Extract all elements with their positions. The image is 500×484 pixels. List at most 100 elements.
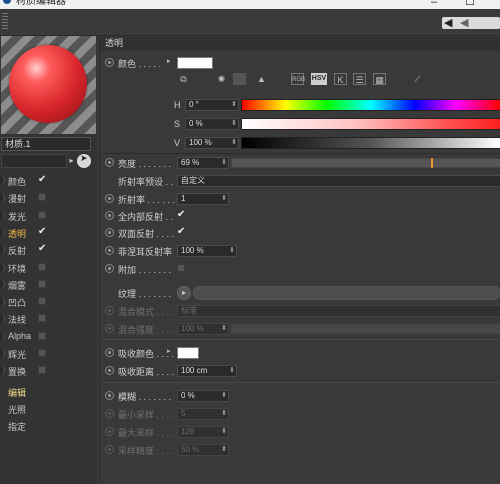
color-swatch[interactable] [177, 57, 213, 69]
ior-preset-dropdown[interactable]: 自定义 [177, 175, 500, 187]
channel-item[interactable]: 反射 ✔ [0, 242, 97, 258]
spectrum-icon[interactable] [233, 73, 246, 85]
panel-link[interactable]: 编辑 [0, 384, 97, 400]
additive-checkbox[interactable] [177, 264, 185, 272]
channel-checkbox[interactable] [38, 210, 46, 219]
double-sided-checkbox[interactable]: ✔ [177, 227, 185, 237]
channel-checkbox[interactable]: ✔ [38, 244, 46, 254]
panel-link[interactable]: 光照 [0, 401, 97, 417]
channel-checkbox[interactable] [38, 331, 46, 340]
channel-label[interactable]: 烟雾 [8, 279, 26, 292]
maximize-button[interactable]: ☐ [465, 0, 475, 8]
channel-item[interactable]: 漫射 [0, 190, 97, 206]
animate-radio[interactable] [105, 158, 114, 167]
channel-label[interactable]: 辉光 [8, 348, 26, 361]
dropdown-arrow-icon[interactable]: ▸ [67, 154, 76, 168]
panel-link-label[interactable]: 编辑 [8, 386, 26, 399]
hsv-mode-icon[interactable]: HSV [311, 73, 327, 85]
channel-label[interactable]: 法线 [8, 313, 26, 326]
animate-radio[interactable] [105, 246, 114, 255]
panel-link[interactable]: 指定 [0, 418, 97, 434]
expand-arrow-icon[interactable]: ▸ [167, 57, 171, 65]
fresnel-field[interactable]: 100 % ⬍ [177, 245, 237, 257]
value-gradient-slider[interactable] [241, 137, 500, 149]
channel-checkbox[interactable] [38, 297, 46, 306]
additive-row: 附加 . . . . . . . [100, 262, 500, 276]
material-preview[interactable] [1, 36, 96, 134]
channel-checkbox[interactable] [38, 314, 46, 323]
texture-slot[interactable] [193, 286, 500, 300]
panel-link-label[interactable]: 光照 [8, 403, 26, 416]
ior-field[interactable]: 1 ⬍ [177, 193, 229, 205]
eyedropper-icon[interactable]: ⟋ [411, 73, 424, 85]
channel-tab-notch [0, 262, 5, 272]
animate-radio[interactable] [105, 366, 114, 375]
channel-label[interactable]: 反射 [8, 244, 26, 257]
color-picker-icon[interactable]: ⧉ [177, 73, 190, 85]
kelvin-mode-icon[interactable]: K [334, 73, 347, 85]
pointer-tool-icon[interactable]: ➤ [77, 153, 91, 168]
channel-item[interactable]: 透明 ✔ [0, 225, 97, 241]
brightness-slider[interactable] [231, 158, 500, 168]
absorption-distance-label: 吸收距离 . . . . [118, 367, 175, 377]
saturation-gradient-slider[interactable] [241, 118, 500, 130]
back-arrow-icon[interactable]: ◀ [444, 16, 452, 30]
channel-label[interactable]: Alpha [8, 331, 31, 341]
hue-gradient-slider[interactable] [241, 99, 500, 111]
channel-checkbox[interactable] [38, 279, 46, 288]
minimize-button[interactable]: – [431, 0, 437, 8]
channel-checkbox[interactable]: ✔ [38, 175, 46, 185]
blur-field[interactable]: 0 % ⬍ [177, 390, 229, 402]
channel-label[interactable]: 凹凸 [8, 296, 26, 309]
brightness-field[interactable]: 69 % ⬍ [177, 157, 229, 169]
saturation-field[interactable]: 0 % ⬍ [185, 118, 239, 130]
channel-checkbox[interactable] [38, 349, 46, 357]
channel-item[interactable]: 法线 [0, 311, 97, 327]
channel-item[interactable]: 置换 [0, 363, 97, 379]
hue-field[interactable]: 0 ° ⬍ [185, 99, 239, 111]
channel-tab-notch [0, 193, 5, 203]
drag-grip-icon[interactable] [2, 13, 8, 31]
channel-item[interactable]: 凹凸 [0, 294, 97, 310]
total-internal-reflection-checkbox[interactable]: ✔ [177, 210, 185, 220]
panel-link-label[interactable]: 指定 [8, 420, 26, 433]
rgb-mode-icon[interactable]: RGB [291, 73, 305, 85]
brightness-slider-marker[interactable] [431, 158, 433, 168]
channel-selector[interactable] [1, 154, 67, 168]
absorption-color-swatch[interactable] [177, 347, 199, 359]
animate-radio[interactable] [105, 228, 114, 237]
value-field[interactable]: 100 % ⬍ [185, 137, 239, 149]
expand-arrow-icon[interactable]: ▸ [167, 347, 171, 355]
animate-radio[interactable] [105, 194, 114, 203]
channel-item[interactable]: Alpha [0, 329, 97, 345]
texture-menu-arrow-icon[interactable]: ▸ [177, 286, 191, 300]
channel-label[interactable]: 漫射 [8, 192, 26, 205]
image-icon[interactable]: ▲ [255, 73, 268, 85]
channel-checkbox[interactable] [38, 366, 46, 375]
channel-checkbox[interactable] [38, 262, 46, 271]
channel-label[interactable]: 发光 [8, 210, 26, 223]
channel-item[interactable]: 环境 [0, 260, 97, 276]
channel-tab-notch [0, 279, 5, 289]
channel-checkbox[interactable]: ✔ [38, 226, 46, 236]
animate-radio[interactable] [105, 211, 114, 220]
channel-label[interactable]: 透明 [8, 227, 26, 240]
animate-radio[interactable] [105, 58, 114, 67]
channel-label[interactable]: 置换 [8, 365, 26, 378]
channel-item[interactable]: 辉光 [0, 346, 97, 362]
absorption-distance-field[interactable]: 100 cm ⬍ [177, 365, 237, 377]
forward-arrow-icon[interactable]: ◀ [460, 16, 468, 30]
channel-checkbox[interactable] [38, 193, 46, 202]
channel-item[interactable]: 颜色 ✔ [0, 173, 97, 189]
channel-label[interactable]: 环境 [8, 262, 26, 275]
animate-radio[interactable] [105, 348, 114, 357]
mixer-icon[interactable]: ☰ [353, 73, 366, 85]
color-wheel-icon[interactable]: ✺ [215, 73, 228, 85]
channel-item[interactable]: 发光 [0, 208, 97, 224]
animate-radio[interactable] [105, 391, 114, 400]
channel-item[interactable]: 烟雾 [0, 277, 97, 293]
channel-label[interactable]: 颜色 [8, 175, 26, 188]
material-name-field[interactable]: 材质.1 [1, 137, 91, 151]
swatches-icon[interactable]: ▦ [373, 73, 386, 85]
animate-radio[interactable] [105, 264, 114, 273]
